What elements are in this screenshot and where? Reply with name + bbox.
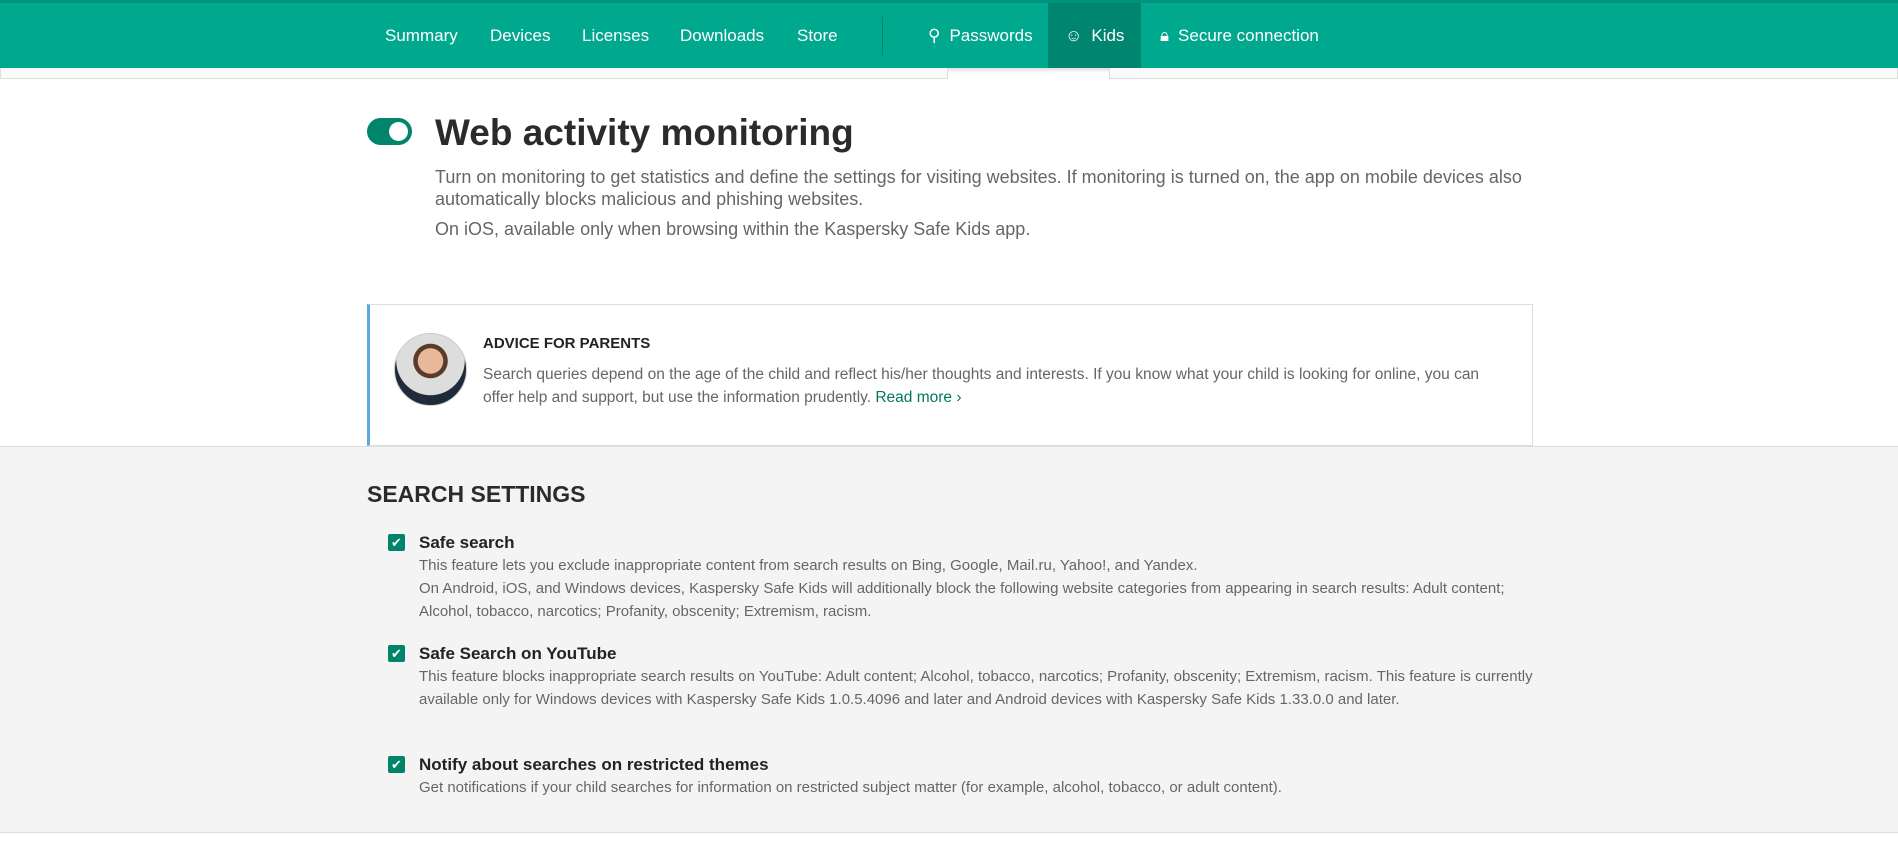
subnav-strip — [1109, 68, 1898, 79]
nav-store[interactable]: Store — [797, 3, 838, 68]
page-title: Web activity monitoring — [435, 112, 854, 153]
setting-title: Notify about searches on restricted them… — [419, 755, 769, 774]
nav-kids[interactable]: ☺ Kids — [1048, 3, 1141, 68]
nav-downloads[interactable]: Downloads — [680, 3, 764, 68]
setting-youtube-safe-search: ✔ Safe Search on YouTube This feature bl… — [388, 643, 1538, 711]
nav-divider — [882, 17, 883, 55]
nav-licenses[interactable]: Licenses — [582, 3, 649, 68]
youtube-safe-search-checkbox[interactable]: ✔ — [388, 645, 405, 662]
nav-secure-label: Secure connection — [1178, 26, 1319, 45]
notify-restricted-checkbox[interactable]: ✔ — [388, 756, 405, 773]
section-heading: SEARCH SETTINGS — [367, 481, 586, 507]
read-more-link[interactable]: Read more › — [875, 389, 961, 406]
setting-desc: This feature blocks inappropriate search… — [419, 668, 1533, 708]
nav-summary[interactable]: Summary — [385, 3, 458, 68]
nav-kids-label: Kids — [1091, 26, 1125, 45]
nav-passwords[interactable]: ⚲ Passwords — [928, 3, 1033, 68]
setting-desc: This feature lets you exclude inappropri… — [419, 557, 1198, 574]
setting-notify-restricted: ✔ Notify about searches on restricted th… — [388, 754, 1538, 799]
setting-title: Safe Search on YouTube — [419, 644, 617, 663]
setting-desc: Get notifications if your child searches… — [419, 779, 1282, 796]
lock-icon: 🔒︎ — [1160, 26, 1170, 45]
advice-body: Search queries depend on the age of the … — [483, 366, 1480, 406]
monitoring-toggle[interactable] — [367, 118, 412, 145]
advisor-avatar — [394, 333, 467, 406]
setting-title: Safe search — [419, 533, 515, 552]
top-nav: Summary Devices Licenses Downloads Store… — [0, 0, 1898, 68]
monitoring-description: Turn on monitoring to get statistics and… — [435, 166, 1535, 240]
setting-safe-search: ✔ Safe search This feature lets you excl… — [388, 532, 1538, 623]
safe-search-checkbox[interactable]: ✔ — [388, 534, 405, 551]
setting-desc: On Android, iOS, and Windows devices, Ka… — [419, 580, 1505, 620]
advice-title: ADVICE FOR PARENTS — [483, 335, 651, 352]
nav-secure-connection[interactable]: 🔒︎ Secure connection — [1160, 3, 1319, 68]
kid-face-icon: ☺ — [1065, 26, 1083, 45]
nav-devices[interactable]: Devices — [490, 3, 550, 68]
advice-text: Search queries depend on the age of the … — [483, 363, 1513, 409]
key-icon: ⚲ — [928, 26, 941, 45]
nav-passwords-label: Passwords — [949, 26, 1033, 45]
subnav-strip — [0, 68, 948, 79]
ios-note: On iOS, available only when browsing wit… — [435, 219, 1031, 239]
description-text: Turn on monitoring to get statistics and… — [435, 167, 1522, 209]
search-settings-section: SEARCH SETTINGS ✔ Safe search This featu… — [0, 446, 1898, 833]
advice-card: ADVICE FOR PARENTS Search queries depend… — [367, 304, 1533, 446]
